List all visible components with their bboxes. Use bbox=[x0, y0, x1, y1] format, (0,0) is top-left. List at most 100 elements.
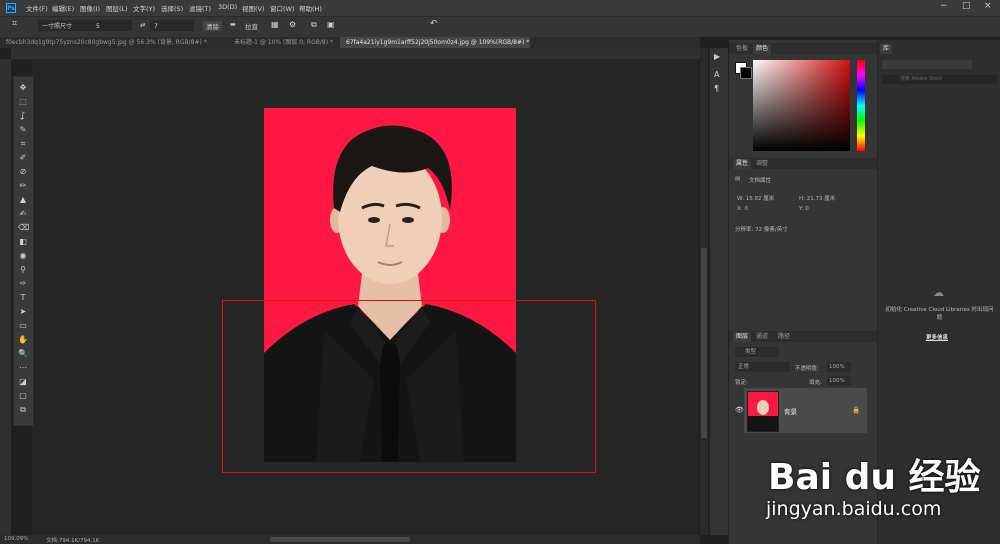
marquee-tool-icon[interactable]: ⬚ bbox=[18, 97, 28, 107]
tab-adjustments[interactable]: 调整 bbox=[753, 159, 771, 169]
vertical-scrollbar[interactable] bbox=[700, 48, 708, 535]
menu-image[interactable]: 图像(I) bbox=[80, 3, 100, 13]
hue-slider[interactable] bbox=[857, 60, 865, 151]
layer-row-background[interactable]: 👁 背景 🔒 bbox=[735, 388, 867, 433]
opacity-input[interactable]: 100% bbox=[827, 362, 851, 372]
stock-search-input[interactable]: 搜索 Adobe Stock bbox=[882, 75, 997, 84]
lasso-tool-icon[interactable]: ʆ bbox=[18, 111, 28, 121]
menu-help[interactable]: 帮助(H) bbox=[299, 3, 322, 13]
document-properties-title: 文档属性 bbox=[749, 178, 772, 184]
character-icon[interactable]: A bbox=[714, 70, 719, 79]
quick-mask-tool-icon[interactable]: ▢ bbox=[18, 391, 28, 401]
dodge-tool-icon[interactable]: ⚲ bbox=[18, 265, 28, 275]
toolbox: ✥ ⬚ ʆ ✎ ⌗ ✐ ⊘ ✏ ▲ ✍ ⌫ ◧ ◉ ⚲ ✑ T ➤ ▭ ✋ 🔍 ⋯ ◪ ▢ ⧉ bbox=[13, 76, 34, 426]
swap-icon[interactable]: ⇄ bbox=[140, 21, 145, 29]
layer-kind-filter[interactable]: 类型 bbox=[735, 347, 779, 357]
delete-cropped-icon[interactable]: ⧉ bbox=[311, 20, 317, 30]
eyedropper-tool-icon[interactable]: ✐ bbox=[18, 153, 28, 163]
tab-doc-2[interactable]: 未标题-1 @ 10% (图层 0, RGB/8) * bbox=[228, 37, 338, 48]
options-bar: ⌗ 一寸照尺寸 5 ⇄ 7 清除 ▬ 拉直 ▦ ⚙ ⧉ ▣ ↶ bbox=[0, 16, 1000, 37]
zoom-level[interactable]: 109.09% bbox=[4, 536, 28, 542]
move-tool-icon[interactable]: ✥ bbox=[18, 83, 28, 93]
eye-icon[interactable]: 👁 bbox=[735, 406, 744, 414]
menu-layer[interactable]: 图层(L) bbox=[106, 3, 128, 13]
width-input[interactable]: 5 bbox=[92, 20, 132, 31]
menu-filter[interactable]: 滤镜(T) bbox=[189, 3, 211, 13]
layers-panel-header: 图层 通道 路径 bbox=[729, 331, 877, 342]
menu-view[interactable]: 视图(V) bbox=[242, 3, 265, 13]
fill-input[interactable]: 100% bbox=[827, 376, 851, 386]
blur-tool-icon[interactable]: ◉ bbox=[18, 251, 28, 261]
height-input[interactable]: 7 bbox=[150, 20, 194, 31]
minimize-button[interactable]: − bbox=[940, 1, 948, 11]
x-value[interactable]: X: 0 bbox=[737, 206, 748, 212]
grid-overlay-icon[interactable]: ▦ bbox=[271, 20, 279, 29]
scroll-thumb[interactable] bbox=[701, 248, 707, 438]
lock-label: 锁定: bbox=[735, 380, 748, 386]
crop-icon[interactable]: ⌗ bbox=[12, 19, 17, 29]
tab-doc-3[interactable]: 67fa4a21iy1g9m1arff52j20j50om0z4.jpg @ 1… bbox=[340, 37, 530, 48]
menu-bar: Ps 文件(F) 编辑(E) 图像(I) 图层(L) 文字(Y) 选择(S) 滤… bbox=[0, 0, 1000, 16]
shape-tool-icon[interactable]: ▭ bbox=[18, 321, 28, 331]
preset-select[interactable]: 一寸照尺寸 bbox=[38, 20, 94, 31]
ruler-left bbox=[0, 59, 11, 535]
maximize-button[interactable]: □ bbox=[962, 1, 971, 11]
content-aware-icon[interactable]: ▣ bbox=[327, 20, 335, 29]
tab-properties[interactable]: 属性 bbox=[733, 159, 752, 169]
tab-paths[interactable]: 路径 bbox=[775, 332, 793, 342]
y-value[interactable]: Y: 0 bbox=[799, 206, 809, 212]
reset-icon[interactable]: ↶ bbox=[430, 19, 438, 29]
library-select[interactable] bbox=[882, 60, 972, 69]
gear-icon[interactable]: ⚙ bbox=[289, 20, 296, 29]
color-panel-header: 色板 颜色 bbox=[729, 43, 877, 54]
path-select-tool-icon[interactable]: ➤ bbox=[18, 307, 28, 317]
opacity-label: 不透明度: bbox=[795, 366, 819, 372]
crop-tool-icon[interactable]: ⌗ bbox=[18, 139, 28, 149]
height-value[interactable]: H: 21.73 厘米 bbox=[799, 194, 835, 202]
clear-button[interactable]: 清除 bbox=[203, 21, 222, 31]
watermark-url: jingyan.baidu.com bbox=[766, 498, 942, 520]
brush-tool-icon[interactable]: ✏ bbox=[18, 181, 28, 191]
straighten-button[interactable]: 拉直 bbox=[245, 21, 258, 31]
blend-mode-select[interactable]: 正常 bbox=[735, 362, 790, 372]
tab-color[interactable]: 颜色 bbox=[753, 44, 772, 54]
more-tool-icon[interactable]: ⋯ bbox=[18, 363, 28, 373]
tab-doc-1[interactable]: f0ecbh3dq1g9tp75yzns20c80gbwg5.jpg @ 56.… bbox=[0, 37, 225, 48]
layer-name[interactable]: 背景 bbox=[784, 406, 797, 416]
menu-type[interactable]: 文字(Y) bbox=[133, 3, 155, 13]
close-button[interactable]: × bbox=[984, 1, 992, 11]
paragraph-icon[interactable]: ¶ bbox=[714, 84, 719, 93]
eraser-tool-icon[interactable]: ⌫ bbox=[18, 223, 29, 233]
color-picker-field[interactable] bbox=[753, 60, 850, 151]
stamp-tool-icon[interactable]: ▲ bbox=[18, 195, 28, 205]
gradient-tool-icon[interactable]: ◧ bbox=[18, 237, 28, 247]
healing-tool-icon[interactable]: ⊘ bbox=[18, 167, 28, 177]
screen-mode-tool-icon[interactable]: ⧉ bbox=[18, 405, 28, 415]
watermark-brand: Bai du 经验 bbox=[768, 457, 981, 498]
zoom-tool-icon[interactable]: 🔍 bbox=[18, 349, 28, 359]
fill-label: 填充: bbox=[809, 380, 822, 386]
tab-layers[interactable]: 图层 bbox=[733, 332, 752, 342]
history-brush-tool-icon[interactable]: ✍ bbox=[18, 209, 28, 219]
menu-edit[interactable]: 编辑(E) bbox=[52, 3, 74, 13]
pen-tool-icon[interactable]: ✑ bbox=[18, 279, 28, 289]
tab-swatches[interactable]: 色板 bbox=[733, 44, 751, 54]
menu-select[interactable]: 选择(S) bbox=[161, 3, 183, 13]
type-tool-icon[interactable]: T bbox=[18, 293, 28, 303]
document-tabs: f0ecbh3dq1g9tp75yzns20c80gbwg5.jpg @ 56.… bbox=[0, 37, 700, 48]
quick-select-tool-icon[interactable]: ✎ bbox=[18, 125, 28, 135]
play-icon[interactable]: ▶ bbox=[714, 52, 720, 61]
straighten-icon[interactable]: ▬ bbox=[230, 21, 236, 28]
tab-libraries[interactable]: 库 bbox=[880, 44, 893, 54]
menu-window[interactable]: 窗口(W) bbox=[270, 3, 295, 13]
width-value[interactable]: W: 15.92 厘米 bbox=[737, 194, 774, 202]
menu-file[interactable]: 文件(F) bbox=[26, 3, 48, 13]
horizontal-scrollbar[interactable] bbox=[270, 537, 410, 542]
background-swatch[interactable] bbox=[740, 67, 752, 79]
baidu-watermark: Bai du 经验 jingyan.baidu.com bbox=[740, 440, 1000, 530]
hand-tool-icon[interactable]: ✋ bbox=[18, 335, 28, 345]
tab-channels[interactable]: 通道 bbox=[753, 332, 771, 342]
more-info-link[interactable]: 更多信息 bbox=[926, 333, 948, 341]
color-swatch-tool-icon[interactable]: ◪ bbox=[18, 377, 28, 387]
menu-3d[interactable]: 3D(D) bbox=[218, 3, 237, 11]
